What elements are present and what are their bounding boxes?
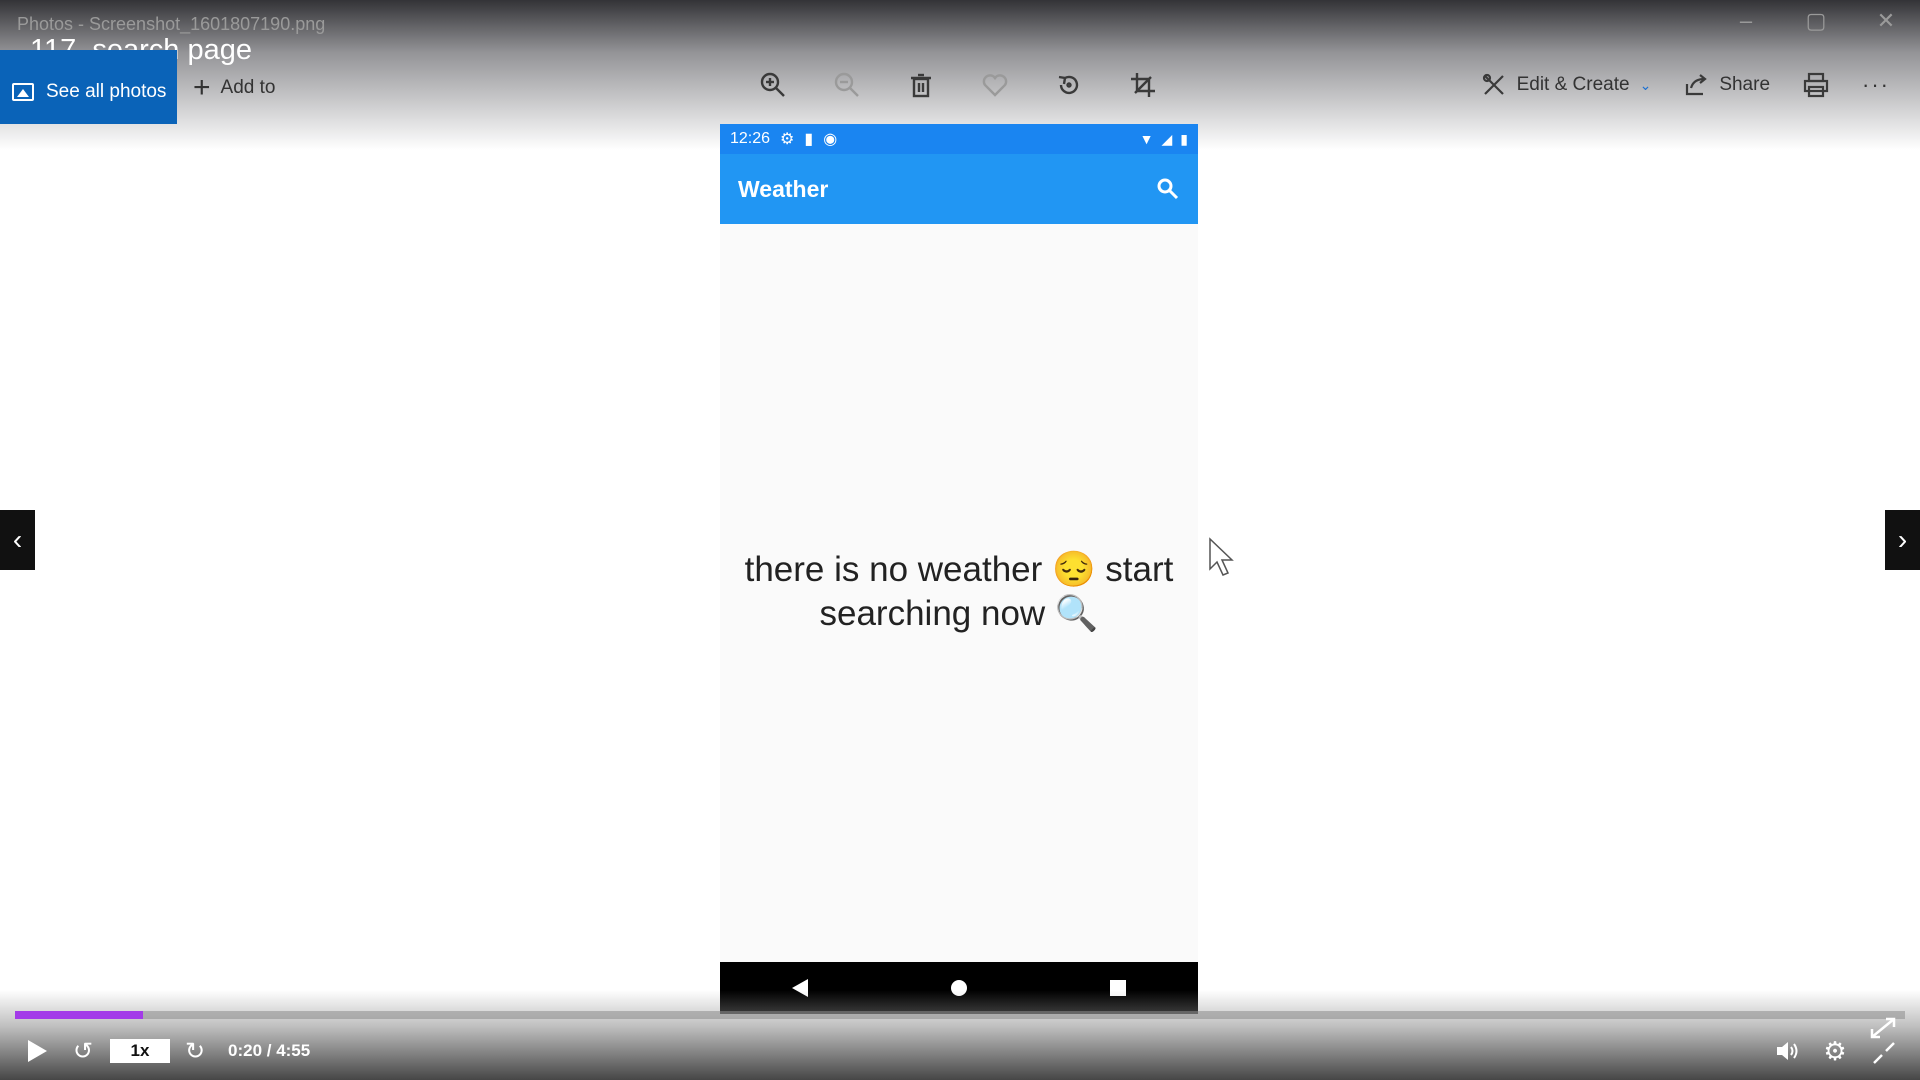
screen: Photos - Screenshot_1601807190.png – ▢ ✕… — [0, 0, 1920, 1080]
time-display: 0:20 / 4:55 — [228, 1041, 311, 1060]
player-controls: ↺ 1x ↻ 0:20 / 4:55 ⚙ — [0, 1017, 1920, 1069]
wifi-icon: ▼ — [1139, 131, 1154, 147]
edit-create-label: Edit & Create — [1516, 74, 1630, 95]
gear-icon: ⚙ — [1823, 1035, 1847, 1066]
photos-icon — [12, 83, 34, 101]
search-icon[interactable] — [1156, 177, 1180, 201]
share-button[interactable]: Share — [1683, 72, 1770, 98]
sd-card-icon: ▮ — [804, 131, 814, 148]
chevron-right-icon: › — [1897, 524, 1908, 555]
zoom-in-icon[interactable] — [758, 70, 788, 100]
window-controls: – ▢ ✕ — [1732, 8, 1900, 34]
minimize-icon[interactable]: – — [1732, 8, 1760, 34]
right-toolbar: Edit & Create ⌄ Share ··· — [1481, 72, 1890, 98]
volume-button[interactable] — [1773, 1033, 1803, 1069]
expand-icon — [1870, 1017, 1896, 1064]
share-label: Share — [1719, 74, 1771, 95]
status-time: 12:26 — [730, 130, 771, 147]
battery-icon: ▮ — [1180, 130, 1188, 147]
volume-icon — [1777, 1042, 1798, 1060]
crop-icon[interactable] — [1128, 70, 1158, 100]
play-button[interactable] — [22, 1033, 52, 1069]
fullscreen-button[interactable] — [1866, 1013, 1900, 1069]
delete-icon[interactable] — [906, 70, 936, 100]
rotate-icon[interactable] — [1054, 70, 1084, 100]
see-all-photos-label: See all photos — [46, 81, 167, 102]
add-to-label: Add to — [220, 77, 276, 98]
chevron-down-icon: ⌄ — [1639, 76, 1652, 93]
close-icon[interactable]: ✕ — [1872, 8, 1900, 34]
more-icon: ··· — [1862, 72, 1890, 97]
photo-tools — [758, 70, 1158, 100]
empty-state-message: there is no weather 😔 start searching no… — [720, 548, 1198, 636]
settings-status-icon: ⚙ — [780, 131, 795, 148]
print-button[interactable] — [1802, 72, 1830, 98]
see-all-photos-button[interactable]: See all photos — [0, 50, 177, 124]
window-title: Photos - Screenshot_1601807190.png — [17, 14, 326, 34]
phone-app-title: Weather — [738, 175, 829, 202]
phone-status-bar: 12:26 ⚙ ▮ ◉ ▼ ◢ ▮ — [720, 124, 1198, 154]
sync-status-icon: ◉ — [823, 131, 838, 148]
share-icon — [1686, 74, 1708, 96]
more-options-button[interactable]: ··· — [1862, 72, 1890, 98]
maximize-icon[interactable]: ▢ — [1802, 8, 1830, 34]
phone-screenshot: 12:26 ⚙ ▮ ◉ ▼ ◢ ▮ Weather there is no we… — [720, 124, 1198, 1014]
zoom-out-icon[interactable] — [832, 70, 862, 100]
edit-create-button[interactable]: Edit & Create ⌄ — [1481, 72, 1652, 98]
forward-icon: ↻ — [184, 1037, 206, 1065]
signal-icon: ◢ — [1161, 130, 1173, 147]
edit-create-icon — [1482, 73, 1504, 95]
mouse-cursor-icon — [1209, 537, 1234, 576]
add-to-button[interactable]: + Add to — [193, 73, 275, 103]
previous-arrow-button[interactable]: ‹ — [0, 510, 35, 570]
plus-icon: + — [193, 71, 211, 104]
favorite-icon[interactable] — [980, 70, 1010, 100]
print-icon — [1803, 72, 1829, 98]
empty-state-line-1: there is no weather 😔 start — [744, 550, 1174, 589]
chevron-left-icon: ‹ — [12, 524, 23, 555]
rewind-icon: ↺ — [72, 1037, 94, 1065]
video-progress-bar[interactable] — [15, 1011, 1905, 1019]
forward-button[interactable]: ↻ — [180, 1033, 210, 1069]
rewind-button[interactable]: ↺ — [68, 1033, 98, 1069]
settings-button[interactable]: ⚙ — [1820, 1033, 1850, 1069]
phone-app-bar: Weather — [720, 154, 1198, 224]
next-arrow-button[interactable]: › — [1885, 510, 1920, 570]
playback-speed-button[interactable]: 1x — [110, 1039, 170, 1063]
video-progress-fill — [15, 1011, 144, 1019]
empty-state-line-2: searching now 🔍 — [819, 594, 1099, 633]
play-icon — [27, 1040, 47, 1062]
